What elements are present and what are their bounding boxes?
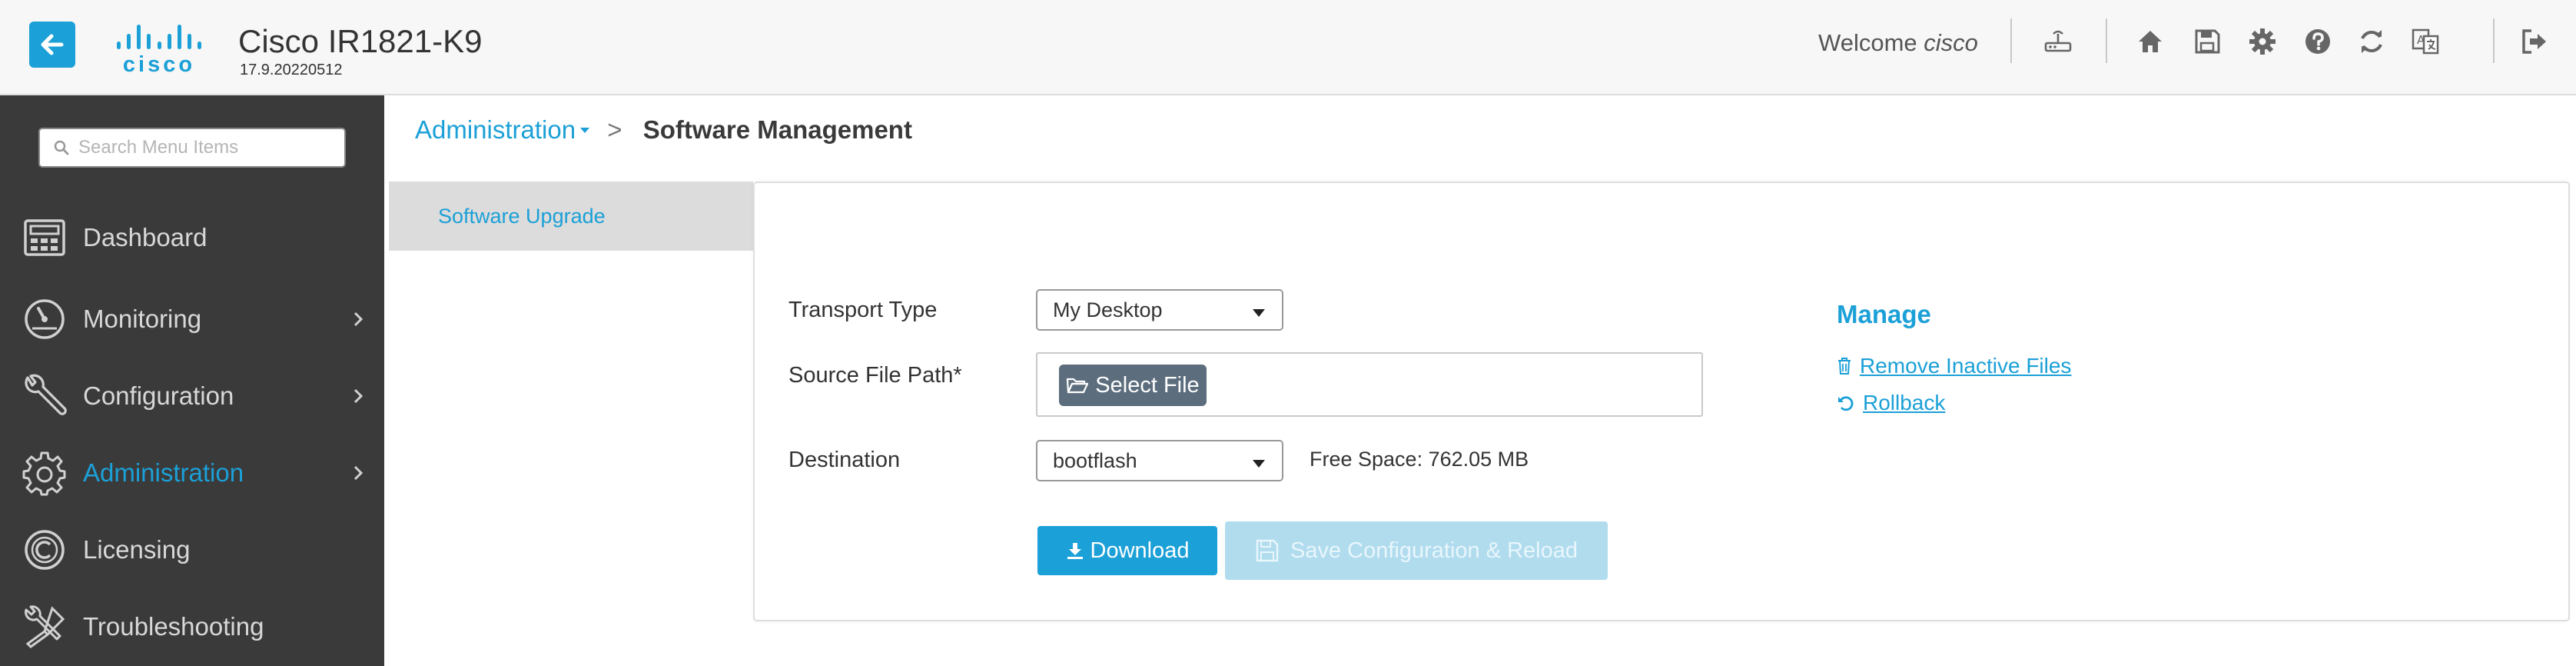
rollback-label: Rollback [1863,391,1946,415]
select-file-label: Select File [1095,372,1200,398]
source-file-path-label: Source File Path* [788,363,962,388]
sidebar-item-label: Troubleshooting [83,612,264,641]
sidebar-item-troubleshooting[interactable]: Troubleshooting [0,592,384,661]
refresh-icon[interactable] [2355,25,2388,58]
username: cisco [1924,29,1978,56]
back-button[interactable] [29,22,75,68]
destination-value: bootflash [1053,448,1137,472]
download-label: Download [1090,538,1190,563]
transport-type-select[interactable]: My Desktop [1036,289,1283,331]
wrench-icon [22,373,68,419]
licensing-icon [22,527,68,573]
save-configuration-reload-label: Save Configuration & Reload [1290,538,1578,563]
caret-down-icon [1253,309,1265,317]
destination-select[interactable]: bootflash [1036,440,1283,481]
rollback-link[interactable]: Rollback [1837,391,1945,415]
search-icon [54,140,69,155]
sidebar-item-label: Administration [83,458,244,487]
tab-software-upgrade[interactable]: Software Upgrade [389,181,753,251]
home-icon[interactable] [2133,25,2167,58]
download-button[interactable]: Download [1037,526,1217,575]
folder-open-icon [1067,378,1089,394]
manage-title: Manage [1837,300,1931,328]
search-box[interactable] [38,128,346,168]
free-space-text: Free Space: 762.05 MB [1310,448,1529,471]
sidebar-item-label: Monitoring [83,305,202,333]
source-file-field: Select File [1036,352,1703,417]
breadcrumb-parent-link[interactable]: Administration [415,115,576,144]
router-icon[interactable] [2041,25,2075,58]
sidebar-item-administration[interactable]: Administration [0,438,384,508]
sidebar-item-configuration[interactable]: Configuration [0,361,384,431]
top-header: cisco Cisco IR1821-K9 17.9.20220512 Welc… [0,0,2576,95]
sidebar-item-label: Dashboard [83,223,207,251]
gear-icon[interactable] [2246,25,2279,58]
sidebar-item-licensing[interactable]: Licensing [0,515,384,584]
monitoring-icon [22,296,68,342]
remove-inactive-files-link[interactable]: Remove Inactive Files [1837,354,2071,378]
transport-type-value: My Desktop [1053,298,1163,321]
header-divider [2493,18,2495,63]
chevron-right-icon [354,311,363,327]
trash-icon [1838,358,1851,375]
sidebar-item-label: Configuration [83,381,234,410]
gear-icon [22,450,68,496]
sidebar-item-dashboard[interactable]: Dashboard [0,203,384,272]
breadcrumb: Administration > Software Management [415,115,912,145]
remove-inactive-files-label: Remove Inactive Files [1860,354,2072,378]
logout-icon[interactable] [2518,25,2551,58]
save-icon [1256,539,1279,562]
destination-label: Destination [788,448,901,472]
tools-icon [22,604,68,650]
header-divider [2010,18,2012,63]
chevron-right-icon [354,465,363,481]
cisco-logo: cisco [114,23,204,77]
arrow-left-icon [41,34,64,55]
chevron-right-icon [354,388,363,404]
save-icon[interactable] [2190,25,2224,58]
dashboard-icon [22,215,68,261]
device-name: Cisco IR1821-K9 [238,23,483,59]
caret-down-icon [1253,460,1265,468]
language-icon[interactable]: A [2408,25,2442,58]
header-divider [2106,18,2107,63]
search-input[interactable] [78,137,332,158]
welcome-prefix: Welcome [1818,29,1917,56]
sidebar-item-label: Licensing [83,535,191,564]
transport-type-label: Transport Type [788,298,938,322]
logo-text: cisco [122,52,196,77]
sidebar: Dashboard Monitoring Configuration Admin… [0,95,384,666]
breadcrumb-separator: > [607,115,622,144]
help-icon[interactable] [2301,25,2335,58]
save-configuration-reload-button[interactable]: Save Configuration & Reload [1225,521,1608,580]
page-title: Software Management [642,115,912,144]
undo-icon [1838,396,1854,411]
caret-down-icon [580,127,590,133]
select-file-button[interactable]: Select File [1059,365,1207,406]
sidebar-item-monitoring[interactable]: Monitoring [0,285,384,354]
welcome-text: Welcome cisco [1818,29,1978,57]
download-icon [1067,543,1083,559]
device-version: 17.9.20220512 [240,62,343,78]
